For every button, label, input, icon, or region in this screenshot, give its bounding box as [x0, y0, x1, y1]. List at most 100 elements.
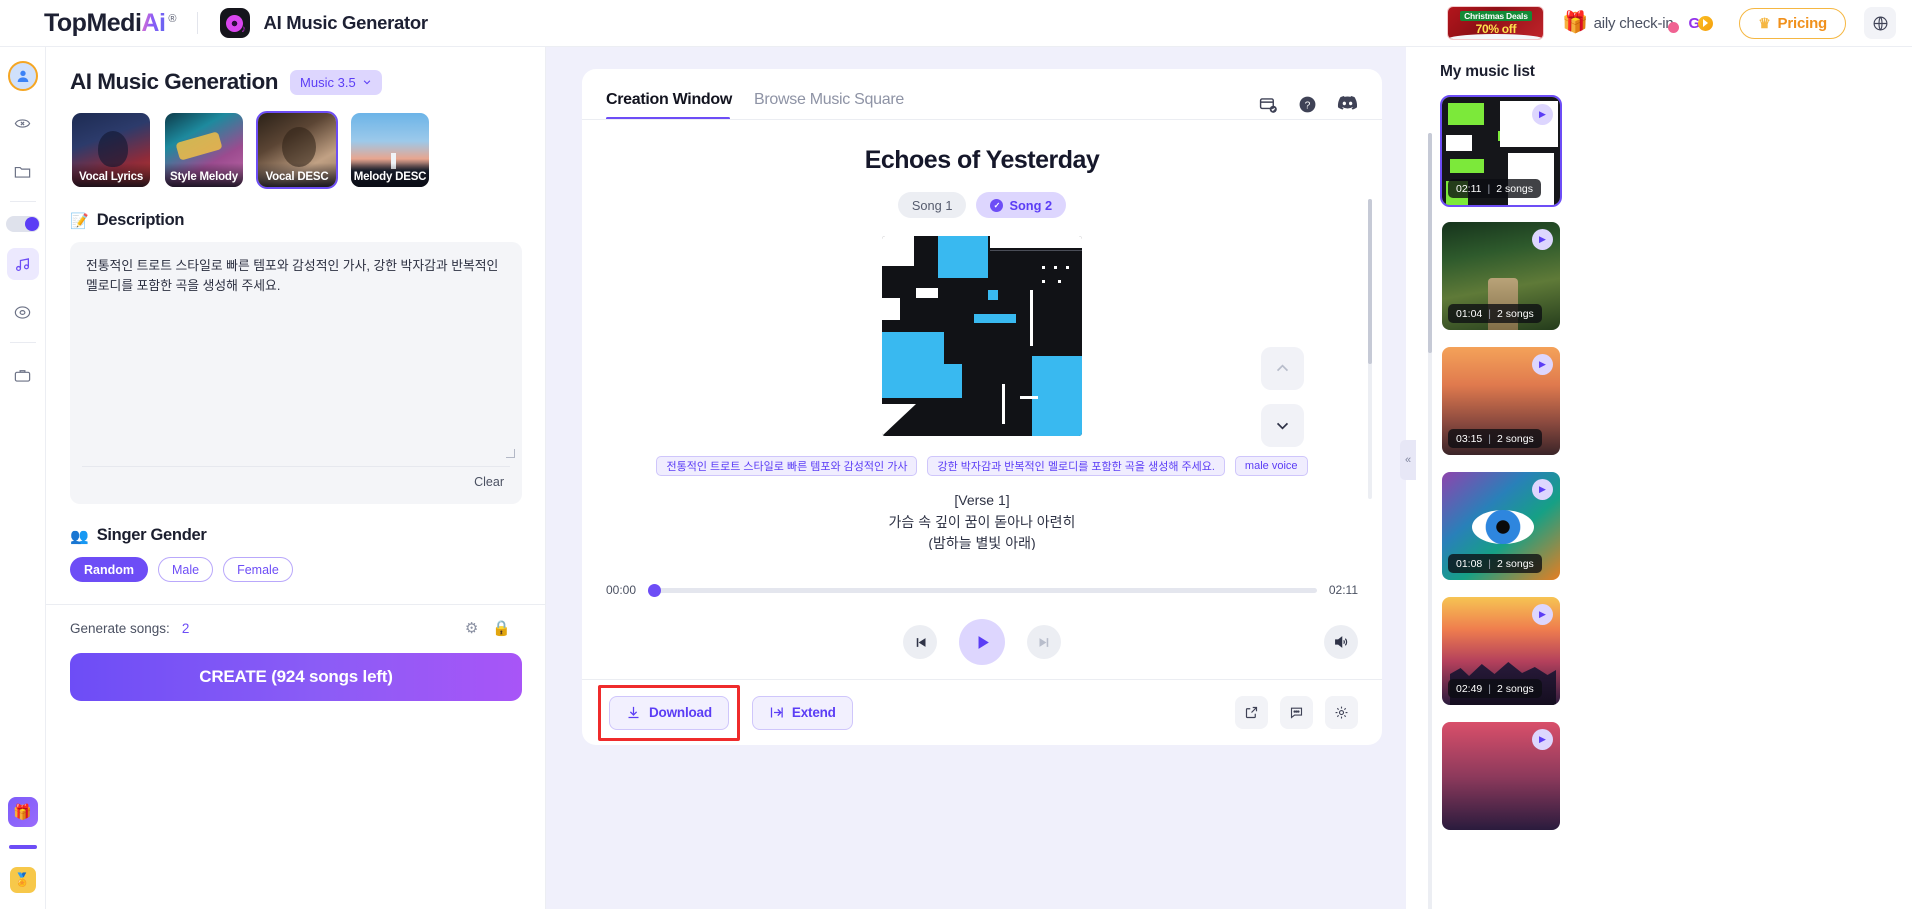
song-tab-2[interactable]: ✓ Song 2 — [976, 192, 1067, 218]
toolbox-icon — [14, 369, 31, 382]
volume-button[interactable] — [1324, 625, 1358, 659]
list-item[interactable]: ▶ 01:08 | 2 songs — [1440, 470, 1562, 582]
music-badge: 01:08 | 2 songs — [1448, 554, 1542, 573]
style-card-style-melody[interactable]: Style Melody — [163, 111, 245, 189]
lock-icon[interactable]: 🔒 — [492, 619, 511, 637]
extend-label: Extend — [791, 705, 836, 720]
my-music-list-title: My music list — [1440, 63, 1535, 80]
previous-button[interactable] — [903, 625, 937, 659]
song-tag[interactable]: male voice — [1234, 456, 1308, 476]
total-time: 02:11 — [1328, 583, 1358, 597]
create-button[interactable]: CREATE (924 songs left) — [70, 653, 522, 701]
play-icon[interactable]: ▶ — [1532, 479, 1553, 500]
google-login-button[interactable]: G — [1689, 15, 1714, 32]
song-tag[interactable]: 전통적인 트로트 스타일로 빠른 템포와 감성적인 가사 — [656, 456, 918, 476]
sidebar-toggle[interactable] — [5, 216, 40, 232]
style-card-vocal-desc[interactable]: Vocal DESC — [256, 111, 338, 189]
sidebar-item-toolbox[interactable] — [7, 359, 39, 391]
progress-slider[interactable] — [648, 583, 1317, 597]
credit-card-check-icon[interactable] — [1259, 95, 1278, 119]
nav-up-button[interactable] — [1261, 347, 1304, 390]
song-nav-arrows — [1261, 347, 1304, 447]
gender-option-male[interactable]: Male — [158, 557, 214, 582]
collapse-right-panel-button[interactable]: « — [1400, 440, 1416, 480]
page-title: AI Music Generator — [263, 12, 429, 33]
sidebar-item-folder[interactable] — [7, 155, 39, 187]
rail-bottom-group: 🎁 🏅 — [7, 797, 38, 909]
christmas-deals-banner[interactable]: Christmas Deals 70% off — [1447, 6, 1545, 40]
discord-icon[interactable] — [1337, 95, 1358, 119]
download-label: Download — [649, 705, 712, 720]
rewards-button[interactable]: 🎁 — [7, 797, 38, 827]
sidebar-item-discover[interactable] — [7, 107, 39, 139]
nav-down-button[interactable] — [1261, 404, 1304, 447]
gear-icon — [1335, 706, 1348, 719]
extend-button[interactable]: Extend — [751, 695, 853, 730]
progress-thumb[interactable] — [648, 583, 662, 597]
sidebar-item-music[interactable] — [6, 248, 39, 280]
notification-dot — [1667, 21, 1679, 33]
play-icon[interactable]: ▶ — [1532, 604, 1553, 625]
download-icon — [628, 706, 639, 719]
settings-button[interactable] — [1325, 696, 1358, 729]
list-item[interactable]: ▶ 02:49 | 2 songs — [1440, 595, 1562, 707]
song-tag[interactable]: 강한 박자감과 반복적인 멜로디를 포함한 곡을 생성해 주세요. — [927, 456, 1225, 476]
header-actions: Christmas Deals 70% off 🎁 aily check-in … — [1447, 6, 1912, 40]
list-item[interactable]: ▶ 02:11 | 2 songs — [1440, 95, 1562, 207]
pricing-button[interactable]: ♛ Pricing — [1739, 7, 1846, 39]
tab-creation-window[interactable]: Creation Window — [606, 91, 732, 120]
model-selector[interactable]: Music 3.5 — [290, 69, 382, 95]
brand-logo[interactable]: TopMedi Ai ® — [44, 9, 177, 38]
song-tab-1[interactable]: Song 1 — [897, 192, 967, 218]
play-icon[interactable]: ▶ — [1532, 104, 1553, 125]
play-icon[interactable]: ▶ — [1532, 729, 1553, 750]
clear-button[interactable]: Clear — [468, 473, 510, 491]
music-count: 2 songs — [1497, 432, 1534, 445]
right-scrollbar-thumb[interactable] — [1428, 133, 1432, 353]
gender-icon: 👥 — [70, 527, 89, 545]
list-item[interactable]: ▶ 01:04 | 2 songs — [1440, 220, 1562, 332]
badge-separator: | — [1488, 432, 1492, 445]
description-value: 전통적인 트로트 스타일로 빠른 템포와 감성적인 가사, 강한 박자감과 반복… — [86, 258, 502, 293]
list-item[interactable]: ▶ 03:15 | 2 songs — [1440, 345, 1562, 457]
gender-option-female[interactable]: Female — [223, 557, 293, 582]
style-card-row: Vocal Lyrics Style Melody Vocal DESC Mel… — [46, 95, 545, 189]
help-circle-icon[interactable]: ? — [1298, 95, 1317, 119]
song-title: Echoes of Yesterday — [864, 146, 1100, 174]
daily-checkin-button[interactable]: 🎁 aily check-in — [1562, 11, 1679, 35]
style-card-label: Style Melody — [165, 163, 243, 187]
lyrics-scrollbar-thumb[interactable] — [1368, 199, 1372, 364]
gender-option-random[interactable]: Random — [70, 557, 148, 582]
share-button[interactable] — [1235, 696, 1268, 729]
style-card-vocal-lyrics[interactable]: Vocal Lyrics — [70, 111, 152, 189]
description-input[interactable]: 전통적인 트로트 스타일로 빠른 템포와 감성적인 가사, 강한 박자감과 반복… — [70, 242, 522, 504]
current-time: 00:00 — [606, 583, 637, 597]
description-footer: Clear — [82, 466, 510, 496]
next-button[interactable] — [1027, 625, 1061, 659]
comment-icon — [1290, 707, 1303, 719]
sidebar-item-disc[interactable] — [7, 296, 39, 328]
banner-line-1: Christmas Deals — [1460, 10, 1532, 21]
play-button[interactable] — [959, 619, 1005, 665]
description-heading-row: 📝 Description — [46, 189, 545, 230]
badge-separator: | — [1488, 307, 1492, 320]
list-item[interactable]: ▶ — [1440, 720, 1562, 832]
gear-icon[interactable]: ⚙ — [465, 619, 478, 637]
crown-icon: ♛ — [1758, 14, 1771, 31]
generate-songs-row: Generate songs: 2 ⚙ 🔒 — [46, 605, 545, 637]
language-button[interactable] — [1864, 7, 1896, 39]
play-icon[interactable]: ▶ — [1532, 229, 1553, 250]
generation-panel: AI Music Generation Music 3.5 Vocal Lyri… — [46, 47, 546, 909]
disc-icon: ♪ — [226, 14, 246, 35]
app-header: TopMedi Ai ® ♪ AI Music Generator Christ… — [0, 0, 1912, 47]
tab-browse-music-square[interactable]: Browse Music Square — [754, 91, 904, 120]
resize-handle[interactable] — [506, 449, 515, 458]
play-icon[interactable]: ▶ — [1532, 354, 1553, 375]
header-divider — [196, 12, 198, 34]
sidebar-item-profile[interactable] — [7, 61, 38, 91]
comment-button[interactable] — [1280, 696, 1313, 729]
award-button[interactable]: 🏅 — [9, 867, 36, 893]
download-button[interactable]: Download — [609, 695, 729, 730]
style-card-melody-desc[interactable]: Melody DESC — [349, 111, 431, 189]
generate-row-icons: ⚙ 🔒 — [465, 619, 545, 637]
